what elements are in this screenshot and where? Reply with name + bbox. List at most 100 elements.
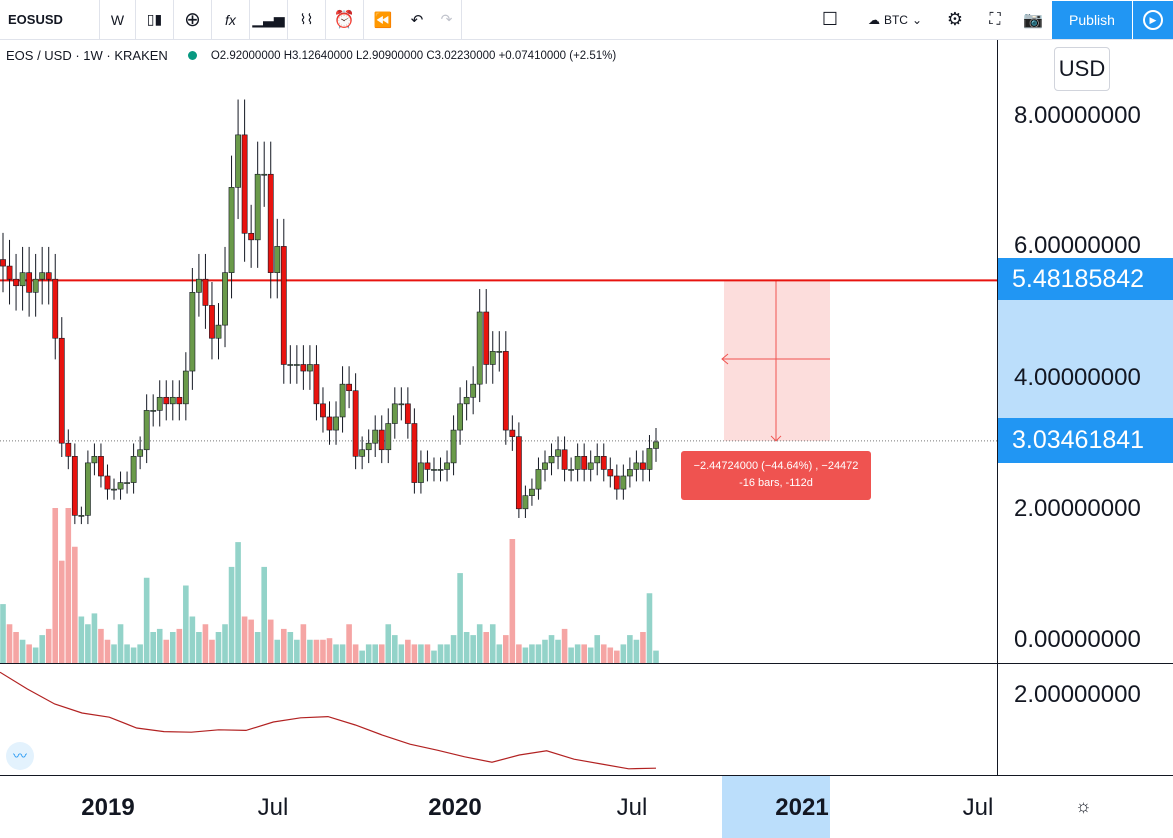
volume-bar bbox=[542, 639, 548, 663]
volume-bar bbox=[72, 546, 78, 663]
volume-bar bbox=[196, 632, 202, 663]
volume-bar bbox=[274, 639, 281, 663]
candle-body bbox=[39, 272, 46, 280]
candle-body bbox=[398, 403, 405, 406]
candle-body bbox=[333, 416, 339, 431]
settings-sun-icon[interactable]: ☼ bbox=[1075, 796, 1092, 817]
volume-bar bbox=[169, 632, 176, 663]
candle-body bbox=[509, 429, 516, 437]
volume-bar bbox=[522, 647, 529, 663]
measure-box bbox=[724, 280, 830, 441]
price-chart[interactable] bbox=[0, 0, 997, 775]
candle-body bbox=[463, 396, 470, 405]
candle-body bbox=[548, 456, 555, 464]
candle-body bbox=[529, 488, 535, 496]
volume-bar bbox=[326, 638, 333, 663]
candle-body bbox=[254, 173, 261, 241]
volume-bar bbox=[307, 639, 313, 663]
candle-body bbox=[594, 456, 601, 464]
volume-bar bbox=[130, 647, 137, 663]
volume-bar bbox=[45, 628, 52, 663]
volume-bar bbox=[548, 635, 555, 663]
play-button[interactable]: ▶ bbox=[1133, 1, 1173, 39]
volume-bar bbox=[555, 639, 561, 663]
candle-body bbox=[143, 410, 150, 451]
candle-body bbox=[320, 403, 326, 418]
indicator-line bbox=[0, 671, 657, 770]
candle-body bbox=[196, 278, 202, 293]
camera-icon[interactable]: 📷 bbox=[1018, 0, 1048, 40]
volume-bar bbox=[424, 644, 431, 663]
volume-bar bbox=[52, 508, 59, 663]
indicator-tick: 2.00000000 bbox=[1014, 681, 1141, 708]
candle-body bbox=[444, 462, 450, 470]
candle-body bbox=[515, 436, 522, 510]
candle-body bbox=[581, 456, 588, 470]
volume-bar bbox=[594, 635, 601, 663]
candle-body bbox=[587, 462, 594, 470]
candle-body bbox=[84, 462, 91, 516]
time-tick: 2020 bbox=[428, 794, 482, 821]
volume-bar bbox=[463, 632, 470, 663]
price-axis[interactable]: 8.00000000 6.00000000 4.00000000 2.00000… bbox=[997, 40, 1173, 775]
candle-body bbox=[45, 272, 52, 280]
measure-bars: -16 bars, -112d bbox=[739, 477, 813, 489]
candle-body bbox=[163, 396, 170, 405]
candle-body bbox=[313, 364, 320, 405]
volume-bar bbox=[254, 632, 261, 663]
candle-body bbox=[535, 469, 542, 490]
candle-body bbox=[222, 272, 228, 326]
volume-bar bbox=[241, 616, 248, 663]
volume-bar bbox=[6, 624, 13, 663]
volume-bar bbox=[215, 632, 222, 663]
candle-body bbox=[391, 403, 398, 424]
volume-bar bbox=[137, 644, 143, 663]
tradingview-logo-icon[interactable]: 〰 bbox=[6, 742, 34, 770]
volume-bar bbox=[457, 573, 463, 663]
volume-bar bbox=[614, 650, 620, 663]
volume-bar bbox=[333, 644, 339, 663]
candle-body bbox=[633, 462, 640, 470]
volume-bar bbox=[607, 647, 614, 663]
time-axis[interactable]: 2019 Jul 2020 Jul 2021 Jul ☼ bbox=[0, 775, 1173, 838]
volume-bar bbox=[65, 508, 72, 663]
volume-bar bbox=[633, 639, 640, 663]
candle-body bbox=[385, 423, 392, 451]
volume-bar bbox=[646, 593, 653, 663]
candle-body bbox=[378, 429, 385, 451]
time-tick: 2019 bbox=[81, 794, 135, 821]
candle-body bbox=[169, 396, 176, 405]
candle-body bbox=[346, 383, 352, 392]
candle-body bbox=[646, 448, 653, 470]
volume-bar bbox=[385, 624, 392, 663]
candle-body bbox=[202, 278, 209, 306]
candle-body bbox=[156, 396, 163, 411]
volume-bar bbox=[411, 644, 418, 663]
market-open-dot bbox=[187, 51, 197, 60]
play-icon: ▶ bbox=[1143, 10, 1163, 30]
volume-bar bbox=[19, 639, 26, 663]
volume-bar bbox=[359, 650, 365, 663]
candle-body bbox=[483, 311, 490, 365]
candle-body bbox=[620, 475, 627, 490]
volume-bar bbox=[26, 644, 32, 663]
candle-body bbox=[274, 246, 281, 273]
volume-bar bbox=[398, 644, 405, 663]
currency-button[interactable]: USD bbox=[1054, 47, 1110, 91]
candle-body bbox=[600, 456, 607, 470]
volume-bar bbox=[561, 628, 568, 663]
candle-body bbox=[561, 449, 568, 470]
candle-body bbox=[307, 364, 313, 372]
volume-bar bbox=[111, 644, 117, 663]
candle-body bbox=[326, 416, 333, 431]
time-tick: Jul bbox=[962, 794, 994, 821]
publish-button[interactable]: Publish bbox=[1052, 1, 1132, 39]
volume-bar bbox=[529, 644, 535, 663]
volume-bar bbox=[183, 585, 189, 663]
candle-body bbox=[640, 462, 646, 470]
candle-body bbox=[124, 482, 130, 484]
candle-body bbox=[215, 324, 222, 339]
volume-bar bbox=[496, 644, 503, 663]
candle-body bbox=[71, 456, 78, 516]
candle-body bbox=[359, 449, 366, 457]
